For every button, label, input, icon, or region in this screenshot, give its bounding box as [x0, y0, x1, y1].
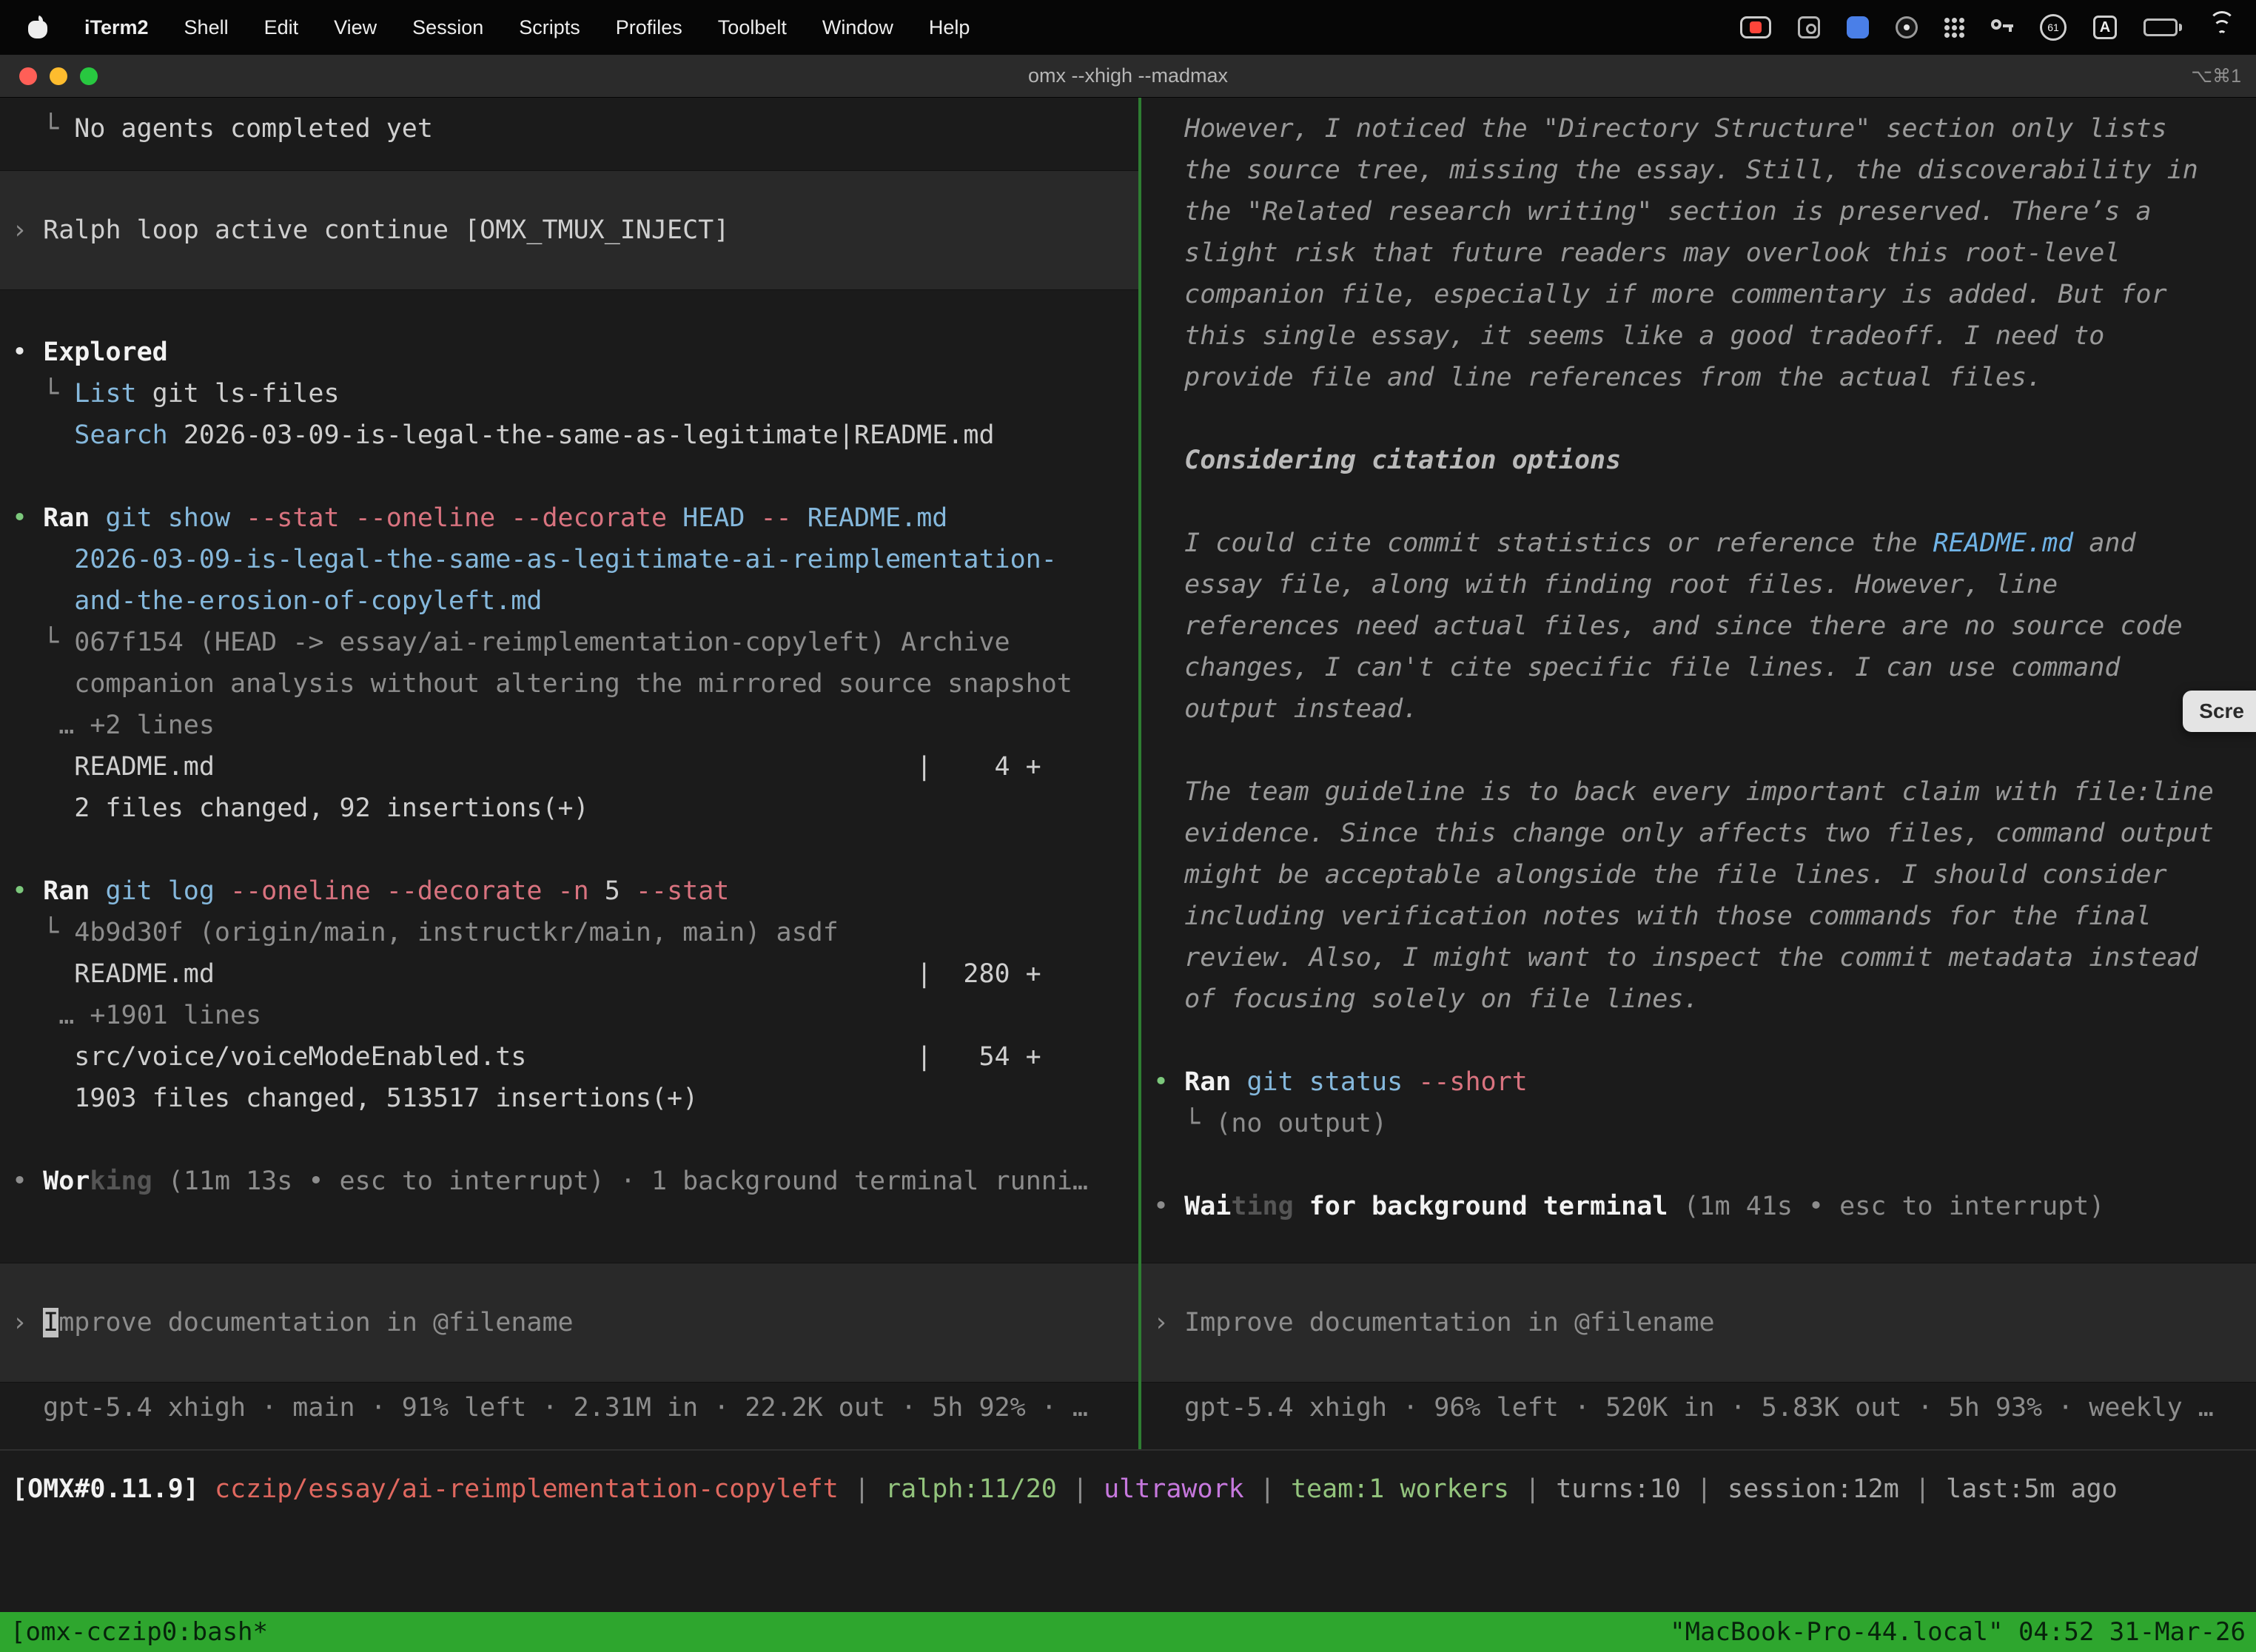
- menu-item[interactable]: Session: [395, 16, 501, 39]
- right-prompt-input[interactable]: › Improve documentation in @filename: [1141, 1263, 2256, 1383]
- key-icon[interactable]: [1991, 16, 2013, 38]
- horizontal-separator: [0, 1449, 2256, 1451]
- omx-status-bar: [OMX#0.11.9] cczip/essay/ai-reimplementa…: [12, 1468, 2118, 1510]
- app-grid-icon[interactable]: [1944, 18, 1964, 38]
- left-transcript: • Explored └ List git ls-files Search 20…: [12, 290, 1138, 1202]
- apple-menu-icon[interactable]: [28, 16, 47, 38]
- menu-item[interactable]: Edit: [246, 16, 317, 39]
- menu-status-icons: 61 A: [1740, 14, 2235, 41]
- battery-icon[interactable]: [2143, 19, 2182, 36]
- menu-item[interactable]: Help: [911, 16, 988, 39]
- menu-item[interactable]: Scripts: [501, 16, 598, 39]
- left-pane[interactable]: └ No agents completed yet › Ralph loop a…: [0, 98, 1138, 1449]
- left-prompt-input[interactable]: › Improve documentation in @filename: [0, 1263, 1138, 1383]
- battery-gauge-icon[interactable]: 61: [2040, 14, 2067, 41]
- window-title: omx --xhigh --madmax: [1028, 64, 1228, 87]
- menu-item[interactable]: Shell: [167, 16, 246, 39]
- tmux-host-clock: "MacBook-Pro-44.local" 04:52 31-Mar-26: [1670, 1617, 2246, 1647]
- left-agent-status-lines: └ No agents completed yet: [12, 108, 1138, 150]
- menu-item[interactable]: View: [316, 16, 395, 39]
- menu-app-name[interactable]: iTerm2: [67, 16, 167, 39]
- tmux-session-label: [omx-cczip0:bash*: [10, 1617, 268, 1647]
- menu-items: ShellEditViewSessionScriptsProfilesToolb…: [167, 16, 988, 39]
- close-button[interactable]: [19, 67, 37, 85]
- wifi-icon[interactable]: [2209, 17, 2235, 38]
- menu-item[interactable]: Window: [805, 16, 911, 39]
- blue-app-icon[interactable]: [1847, 16, 1869, 38]
- ralph-loop-banner: › Ralph loop active continue [OMX_TMUX_I…: [0, 170, 1138, 290]
- input-source-icon[interactable]: A: [2093, 16, 2117, 39]
- right-session-status: gpt-5.4 xhigh · 96% left · 520K in · 5.8…: [1153, 1383, 2256, 1428]
- disk-app-icon[interactable]: [1896, 16, 1918, 38]
- window-shortcut-badge: ⌥⌘1: [2191, 65, 2241, 87]
- menu-bar: iTerm2 ShellEditViewSessionScriptsProfil…: [0, 0, 2256, 55]
- menu-item[interactable]: Toolbelt: [700, 16, 805, 39]
- window-title-bar: omx --xhigh --madmax ⌥⌘1: [0, 55, 2256, 98]
- menu-item[interactable]: Profiles: [598, 16, 700, 39]
- minimize-button[interactable]: [50, 67, 67, 85]
- passport-icon[interactable]: [1798, 16, 1820, 38]
- left-session-status: gpt-5.4 xhigh · main · 91% left · 2.31M …: [12, 1383, 1138, 1428]
- right-transcript: However, I noticed the "Directory Struct…: [1153, 108, 2256, 1227]
- right-pane[interactable]: However, I noticed the "Directory Struct…: [1141, 98, 2256, 1449]
- screen-share-notification[interactable]: Scre: [2183, 691, 2256, 732]
- screen-recording-icon[interactable]: [1740, 16, 1771, 38]
- terminal-area: └ No agents completed yet › Ralph loop a…: [0, 98, 2256, 1449]
- traffic-lights: [19, 55, 98, 97]
- zoom-button[interactable]: [80, 67, 98, 85]
- tmux-status-bar: [omx-cczip0:bash* "MacBook-Pro-44.local"…: [0, 1612, 2256, 1652]
